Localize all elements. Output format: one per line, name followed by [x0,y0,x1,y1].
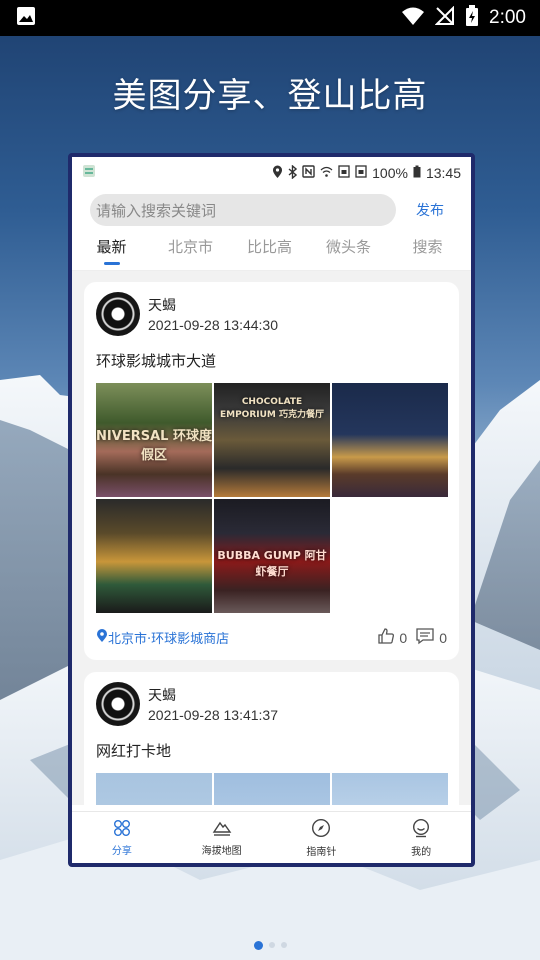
status-time: 2:00 [489,7,526,28]
app-notification-icon [82,164,96,182]
tab-height-compare[interactable]: 比比高 [230,227,309,271]
bottom-navigation: 分享 海拔地图 指南针 我的 [72,811,471,863]
sim-card-icon [338,165,350,181]
location-icon [272,165,283,182]
photo-sign-text: NIVERSAL 环球度假区 [96,429,212,463]
avatar[interactable] [96,682,140,726]
location-pin-icon [96,628,108,647]
compass-icon [311,818,331,841]
bluetooth-icon [288,163,298,182]
photo-grid: NIVERSAL 环球度假区 CHOCOLATE EMPORIUM 巧克力餐厅 … [96,383,448,613]
carousel-indicator [0,941,540,950]
post-time: 2021-09-28 13:44:30 [148,317,278,333]
photo-thumbnail[interactable] [332,383,448,497]
photo-thumbnail[interactable] [214,773,330,805]
profile-icon [411,818,431,841]
battery-charging-icon [465,5,479,31]
inner-status-bar: 100% 13:45 [72,157,471,189]
sim-card-2-icon [355,165,367,181]
search-row: 请输入搜索关键词 发布 [72,189,471,227]
tab-micro-headlines[interactable]: 微头条 [309,227,388,271]
like-button[interactable]: 0 [377,627,407,648]
inner-battery-icon [413,165,421,181]
photo-thumbnail[interactable] [96,773,212,805]
image-notification-icon [16,6,36,30]
tab-search[interactable]: 搜索 [388,227,467,271]
category-tabs: 最新 北京市 比比高 微头条 搜索 [72,227,471,271]
carousel-dot[interactable] [280,942,287,948]
nfc-icon [302,165,315,181]
tab-latest[interactable]: 最新 [72,227,151,271]
photo-sign-text: BUBBA GUMP 阿甘虾餐厅 [217,549,327,578]
thumbs-up-icon [377,627,395,648]
carousel-dot[interactable] [268,942,275,948]
post-location[interactable]: 北京市·环球影城商店 [108,628,229,647]
search-input[interactable]: 请输入搜索关键词 [90,194,396,226]
post-author: 天蝎 [148,688,176,704]
mountain-icon [212,819,232,840]
status-bar: 2:00 [0,0,540,36]
photo-thumbnail[interactable] [332,773,448,805]
post-title: 网红打卡地 [96,742,172,760]
nav-label: 海拔地图 [201,845,242,857]
wifi-signal-icon [320,165,333,181]
post-feed[interactable]: 天蝎 2021-09-28 13:44:30 环球影城城市大道 NIVERSAL… [72,271,471,805]
nav-compass[interactable]: 指南针 [272,812,372,863]
nav-label: 指南针 [306,846,337,858]
no-signal-icon [434,5,455,30]
tab-beijing[interactable]: 北京市 [151,227,230,271]
photo-sign-text: CHOCOLATE EMPORIUM 巧克力餐厅 [219,397,325,420]
post-card[interactable]: 天蝎 2021-09-28 13:41:37 网红打卡地 [84,672,459,805]
photo-thumbnail[interactable] [96,499,212,613]
nav-profile[interactable]: 我的 [371,812,471,863]
carousel-dot[interactable] [253,941,263,950]
promo-headline: 美图分享、登山比高 [112,76,428,116]
share-icon [113,819,131,840]
inner-battery-percent: 100% [372,165,408,181]
post-title: 环球影城城市大道 [96,352,217,370]
photo-thumbnail[interactable]: CHOCOLATE EMPORIUM 巧克力餐厅 [214,383,330,497]
comment-button[interactable]: 0 [415,627,447,648]
comment-icon [415,627,435,648]
wifi-icon [401,6,425,30]
post-author: 天蝎 [148,298,176,314]
like-count: 0 [399,629,408,646]
nav-share[interactable]: 分享 [72,812,172,863]
photo-thumbnail[interactable]: NIVERSAL 环球度假区 [96,383,212,497]
avatar[interactable] [96,292,140,336]
nav-label: 分享 [111,845,132,857]
photo-thumbnail[interactable]: BUBBA GUMP 阿甘虾餐厅 [214,499,330,613]
post-card[interactable]: 天蝎 2021-09-28 13:44:30 环球影城城市大道 NIVERSAL… [84,282,459,660]
post-time: 2021-09-28 13:41:37 [148,707,278,723]
nav-altitude-map[interactable]: 海拔地图 [172,812,272,863]
phone-mockup: 100% 13:45 请输入搜索关键词 发布 最新 北京市 比比高 微头条 搜索… [68,153,475,867]
comment-count: 0 [439,629,447,646]
nav-label: 我的 [411,846,432,858]
search-placeholder: 请输入搜索关键词 [96,201,217,220]
inner-time: 13:45 [425,165,461,181]
photo-grid [96,773,448,805]
publish-button[interactable]: 发布 [416,200,444,220]
